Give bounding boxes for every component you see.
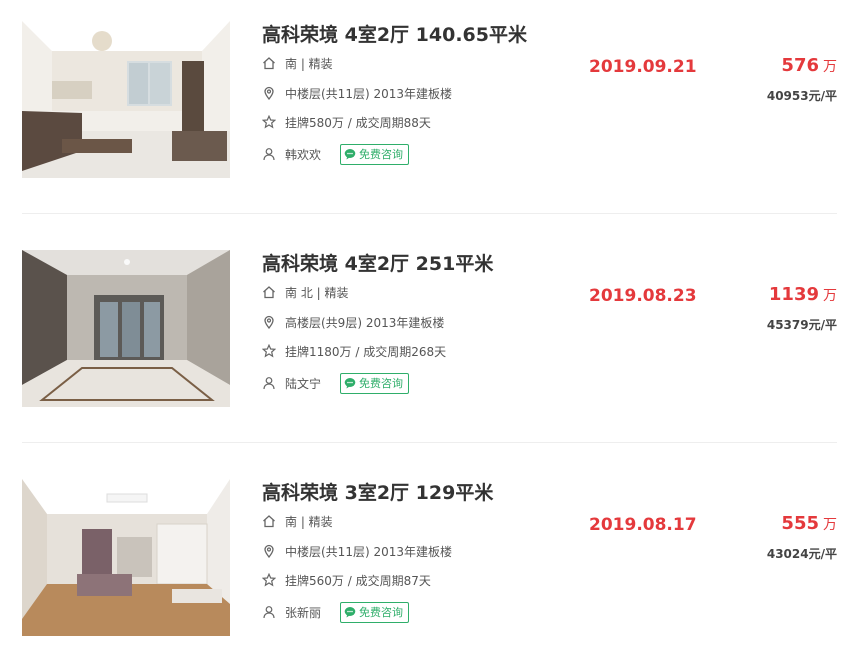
listing-title[interactable]: 高科荣境 4室2厅 251平米 (262, 249, 493, 276)
free-consult-button[interactable]: 免费咨询 (340, 372, 410, 394)
chat-bubble-icon (344, 377, 356, 389)
total-price-value: 576 (781, 55, 819, 76)
unit-price: 45379元/平 (766, 318, 837, 332)
star-icon (262, 573, 276, 587)
free-consult-button[interactable]: 免费咨询 (340, 143, 410, 165)
listing-title[interactable]: 高科荣境 3室2厅 129平米 (262, 478, 493, 505)
deal-cycle-info: 挂牌1180万 / 成交周期268天 (262, 341, 446, 361)
living-room-photo (22, 250, 230, 407)
free-consult-label: 免费咨询 (359, 148, 404, 161)
deal-cycle-info: 挂牌580万 / 成交周期88天 (262, 112, 431, 132)
house-info-text: 南 | 精装 (285, 514, 333, 529)
house-info-text: 南 北 | 精装 (285, 285, 349, 300)
listing-photo[interactable] (22, 250, 230, 407)
position-info: 中楼层(共11层) 2013年建板楼 (262, 83, 452, 103)
agent-name[interactable]: 陆文宁 (285, 375, 321, 392)
position-info-text: 中楼层(共11层) 2013年建板楼 (285, 544, 452, 559)
deal-cycle-info: 挂牌560万 / 成交周期87天 (262, 570, 431, 590)
position-info: 高楼层(共9层) 2013年建板楼 (262, 312, 444, 332)
position-info-text: 高楼层(共9层) 2013年建板楼 (285, 315, 445, 330)
person-icon (262, 605, 276, 619)
house-info-text: 南 | 精装 (285, 56, 333, 71)
listing-photo[interactable] (22, 21, 230, 178)
listing-item: 高科荣境 4室2厅 140.65平米 南 | 精装 中楼层(共11层) 2013… (0, 0, 859, 200)
agent-info: 陆文宁 免费咨询 (262, 372, 410, 394)
living-room-photo (22, 479, 230, 636)
listing-title[interactable]: 高科荣境 4室2厅 140.65平米 (262, 20, 527, 47)
listing-photo[interactable] (22, 479, 230, 636)
agent-name[interactable]: 韩欢欢 (285, 146, 321, 163)
unit-price: 40953元/平 (766, 89, 837, 103)
chat-bubble-icon (344, 148, 356, 160)
deal-cycle-text: 挂牌560万 / 成交周期87天 (285, 573, 431, 588)
listing-item: 高科荣境 4室2厅 251平米 南 北 | 精装 高楼层(共9层) 2013年建… (0, 229, 859, 429)
location-pin-icon (262, 544, 276, 558)
star-icon (262, 115, 276, 129)
living-room-photo (22, 21, 230, 178)
total-price: 555 万 (781, 513, 837, 534)
agent-info: 张新丽 免费咨询 (262, 601, 410, 623)
house-info: 南 | 精装 (262, 53, 333, 73)
deal-cycle-text: 挂牌580万 / 成交周期88天 (285, 115, 431, 130)
location-pin-icon (262, 86, 276, 100)
person-icon (262, 376, 276, 390)
total-price: 576 万 (781, 55, 837, 76)
deal-date: 2019.08.23 (589, 286, 697, 306)
divider (22, 213, 837, 214)
divider (22, 442, 837, 443)
house-info: 南 北 | 精装 (262, 282, 349, 302)
position-info: 中楼层(共11层) 2013年建板楼 (262, 541, 452, 561)
free-consult-label: 免费咨询 (359, 377, 404, 390)
chat-bubble-icon (344, 606, 356, 618)
position-info-text: 中楼层(共11层) 2013年建板楼 (285, 86, 452, 101)
total-price-unit: 万 (823, 288, 837, 304)
house-icon (262, 56, 276, 70)
house-info: 南 | 精装 (262, 511, 333, 531)
free-consult-button[interactable]: 免费咨询 (340, 601, 410, 623)
total-price-unit: 万 (823, 517, 837, 533)
deal-date: 2019.08.17 (589, 515, 697, 535)
agent-info: 韩欢欢 免费咨询 (262, 143, 410, 165)
location-pin-icon (262, 315, 276, 329)
free-consult-label: 免费咨询 (359, 606, 404, 619)
total-price-unit: 万 (823, 59, 837, 75)
person-icon (262, 147, 276, 161)
house-icon (262, 514, 276, 528)
total-price-value: 1139 (768, 284, 819, 305)
house-icon (262, 285, 276, 299)
star-icon (262, 344, 276, 358)
unit-price: 43024元/平 (766, 547, 837, 561)
deal-date: 2019.09.21 (589, 57, 697, 77)
total-price: 1139 万 (769, 284, 837, 305)
deal-cycle-text: 挂牌1180万 / 成交周期268天 (285, 344, 447, 359)
agent-name[interactable]: 张新丽 (285, 604, 321, 621)
total-price-value: 555 (781, 513, 819, 534)
listing-item: 高科荣境 3室2厅 129平米 南 | 精装 中楼层(共11层) 2013年建板… (0, 458, 859, 658)
